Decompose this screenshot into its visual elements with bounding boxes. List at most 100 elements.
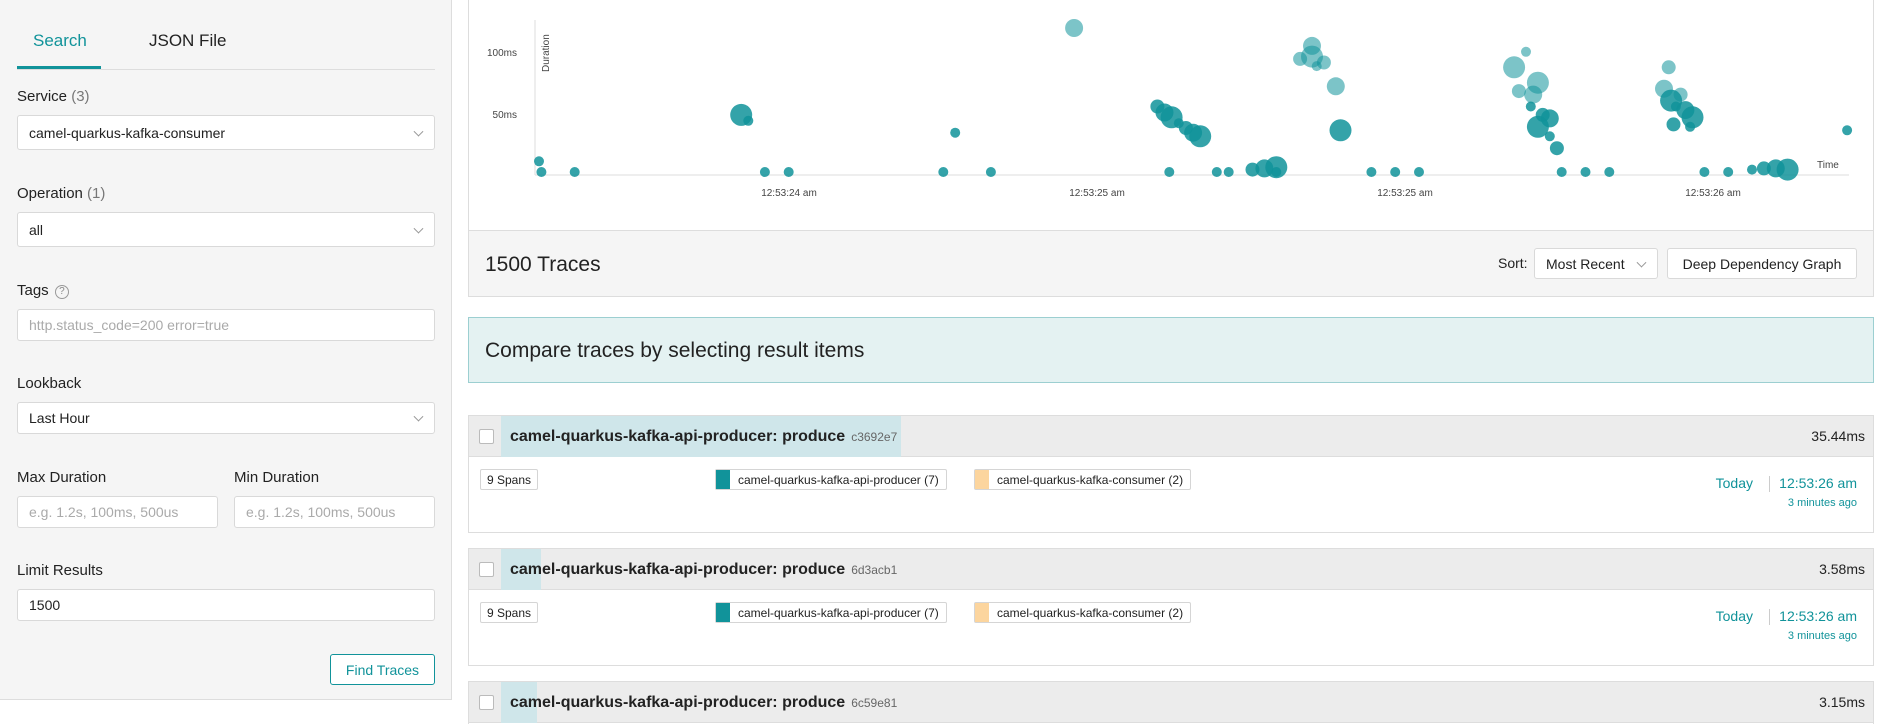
trace-point[interactable] xyxy=(938,167,949,177)
trace-header[interactable]: camel-quarkus-kafka-api-producer: produc… xyxy=(469,682,1873,723)
trace-result-item[interactable]: camel-quarkus-kafka-api-producer: produc… xyxy=(468,415,1874,533)
trace-time: 12:53:26 am xyxy=(1779,608,1857,624)
chevron-down-icon xyxy=(1636,257,1647,268)
chevron-down-icon xyxy=(413,223,424,234)
lookback-select-value: Last Hour xyxy=(29,410,90,426)
trace-duration: 3.15ms xyxy=(1819,694,1865,710)
trace-point[interactable] xyxy=(1316,55,1331,70)
x-tick-label: 12:53:26 am xyxy=(1685,188,1741,199)
trace-point[interactable] xyxy=(1189,125,1212,148)
service-color-swatch xyxy=(975,603,989,622)
service-tag: camel-quarkus-kafka-consumer (2) xyxy=(974,602,1192,623)
trace-select-checkbox[interactable] xyxy=(479,695,494,710)
trace-point[interactable] xyxy=(1326,77,1345,96)
trace-point[interactable] xyxy=(1525,101,1536,112)
trace-select-checkbox[interactable] xyxy=(479,429,494,444)
trace-date: Today xyxy=(1715,608,1753,624)
date-separator xyxy=(1769,609,1770,625)
service-select[interactable]: camel-quarkus-kafka-consumer xyxy=(17,115,435,150)
trace-duration: 35.44ms xyxy=(1811,428,1865,444)
trace-point[interactable] xyxy=(569,167,580,177)
trace-point[interactable] xyxy=(1503,56,1526,79)
deep-dependency-graph-button[interactable]: Deep Dependency Graph xyxy=(1667,248,1857,279)
min-duration-input[interactable]: e.g. 1.2s, 100ms, 500us xyxy=(234,496,435,528)
trace-point[interactable] xyxy=(1747,164,1757,175)
trace-id: 6d3acb1 xyxy=(851,563,898,577)
operation-label: Operation (1) xyxy=(17,185,105,202)
tags-placeholder: http.status_code=200 error=true xyxy=(29,317,230,333)
trace-point[interactable] xyxy=(1521,46,1531,57)
search-sidebar: Search JSON File Service (3) camel-quark… xyxy=(0,0,452,700)
trace-point[interactable] xyxy=(743,115,754,126)
chevron-down-icon xyxy=(413,411,424,422)
trace-point[interactable] xyxy=(1604,167,1615,177)
y-tick-label: 50ms xyxy=(493,110,517,121)
trace-point[interactable] xyxy=(1390,167,1401,177)
trace-point[interactable] xyxy=(1661,60,1676,75)
trace-point[interactable] xyxy=(1556,167,1567,177)
trace-point[interactable] xyxy=(1685,121,1696,132)
trace-point[interactable] xyxy=(1329,119,1352,142)
limit-results-value: 1500 xyxy=(29,597,61,613)
trace-point[interactable] xyxy=(1511,84,1526,99)
operation-select[interactable]: all xyxy=(17,212,435,247)
date-separator xyxy=(1769,476,1770,492)
trace-point[interactable] xyxy=(1211,167,1222,177)
x-axis-title: Time xyxy=(1817,160,1839,171)
lookback-label: Lookback xyxy=(17,375,82,392)
trace-point[interactable] xyxy=(1776,158,1799,181)
tags-label: Tags ? xyxy=(17,282,69,299)
x-tick-label: 12:53:25 am xyxy=(1377,188,1433,199)
trace-title[interactable]: camel-quarkus-kafka-api-producer: produc… xyxy=(510,694,897,712)
trace-point[interactable] xyxy=(759,167,770,177)
trace-title[interactable]: camel-quarkus-kafka-api-producer: produc… xyxy=(510,561,897,579)
trace-point[interactable] xyxy=(1580,167,1591,177)
trace-name: camel-quarkus-kafka-api-producer: produc… xyxy=(510,561,846,578)
trace-point[interactable] xyxy=(950,127,961,138)
help-icon[interactable]: ? xyxy=(54,285,69,299)
scatter-points xyxy=(534,19,1853,181)
trace-point[interactable] xyxy=(1549,141,1564,156)
service-color-swatch xyxy=(716,603,730,622)
trace-point[interactable] xyxy=(1544,131,1555,142)
search-tabs: Search JSON File xyxy=(17,0,435,70)
lookback-select[interactable]: Last Hour xyxy=(17,402,435,434)
trace-select-checkbox[interactable] xyxy=(479,562,494,577)
trace-point[interactable] xyxy=(1666,117,1681,132)
trace-point[interactable] xyxy=(1164,167,1175,177)
x-tick-label: 12:53:24 am xyxy=(761,188,817,199)
trace-point[interactable] xyxy=(534,156,544,167)
trace-point[interactable] xyxy=(1842,125,1853,136)
trace-point[interactable] xyxy=(1366,167,1377,177)
trace-id: 6c59e81 xyxy=(851,696,898,710)
trace-header[interactable]: camel-quarkus-kafka-api-producer: produc… xyxy=(469,549,1873,590)
trace-point[interactable] xyxy=(1414,167,1424,177)
tags-input[interactable]: http.status_code=200 error=true xyxy=(17,309,435,341)
trace-result-item[interactable]: camel-quarkus-kafka-api-producer: produc… xyxy=(468,681,1874,724)
trace-point[interactable] xyxy=(1673,87,1688,102)
trace-point[interactable] xyxy=(985,167,996,177)
limit-results-input[interactable]: 1500 xyxy=(17,589,435,621)
max-duration-input[interactable]: e.g. 1.2s, 100ms, 500us xyxy=(17,496,218,528)
find-traces-button[interactable]: Find Traces xyxy=(330,654,435,685)
trace-point[interactable] xyxy=(1223,167,1234,177)
sort-select[interactable]: Most Recent xyxy=(1534,248,1658,279)
trace-id: c3692e7 xyxy=(851,430,898,444)
trace-header[interactable]: camel-quarkus-kafka-api-producer: produc… xyxy=(469,416,1873,457)
service-label: Service (3) xyxy=(17,88,90,105)
trace-point[interactable] xyxy=(1526,71,1549,94)
trace-point[interactable] xyxy=(1723,167,1734,177)
trace-date: Today xyxy=(1715,475,1753,491)
trace-title[interactable]: camel-quarkus-kafka-api-producer: produc… xyxy=(510,428,897,446)
trace-point[interactable] xyxy=(1271,167,1282,177)
trace-point[interactable] xyxy=(1065,19,1084,37)
y-axis-title: Duration xyxy=(541,34,552,72)
trace-point[interactable] xyxy=(536,167,547,177)
trace-point[interactable] xyxy=(1699,167,1710,177)
jaeger-search-page: Search JSON File Service (3) camel-quark… xyxy=(0,0,1895,724)
tab-json-file[interactable]: JSON File xyxy=(149,31,226,51)
trace-scatter-chart: 100ms 50ms Duration Time 12:53:24 am 12:… xyxy=(468,0,1874,230)
trace-point[interactable] xyxy=(783,167,794,177)
tab-search[interactable]: Search xyxy=(33,31,87,51)
trace-result-item[interactable]: camel-quarkus-kafka-api-producer: produc… xyxy=(468,548,1874,666)
